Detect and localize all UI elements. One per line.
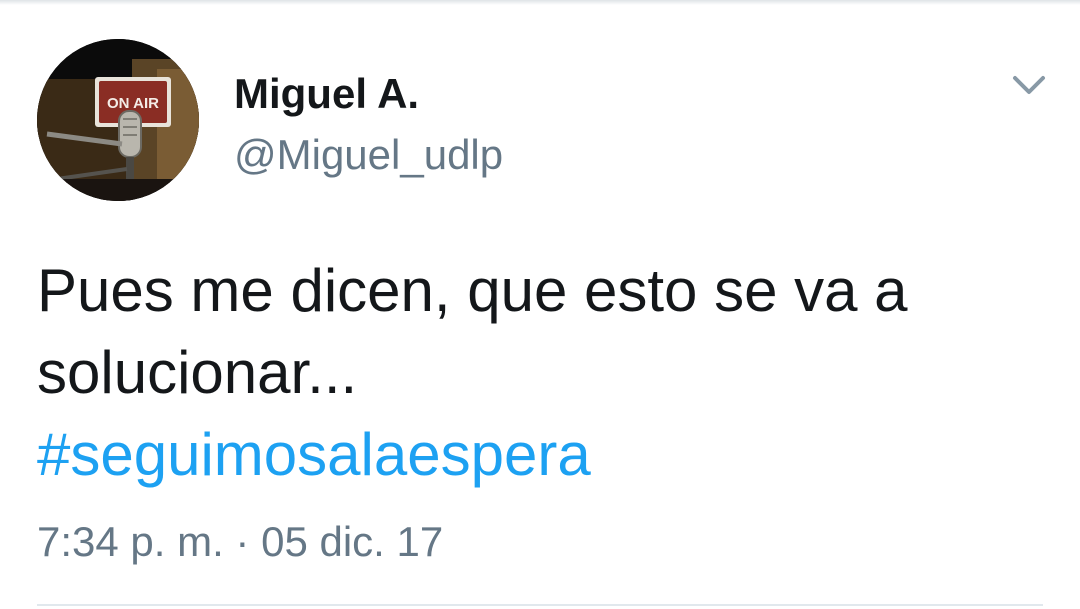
- chevron-down-icon[interactable]: [1010, 70, 1048, 100]
- avatar-image: ON AIR: [37, 39, 199, 201]
- tweet-text-line: solucionar...: [37, 339, 358, 406]
- tweet-card: ON AIR Miguel A. @Miguel_udlp Pues me di…: [0, 0, 1080, 609]
- avatar[interactable]: ON AIR: [37, 39, 199, 201]
- author-handle[interactable]: @Miguel_udlp: [234, 131, 503, 179]
- tweet-timestamp[interactable]: 7:34 p. m. · 05 dic. 17: [37, 517, 443, 567]
- tweet-text: Pues me dicen, que esto se va a solucion…: [37, 250, 1047, 496]
- avatar-sign-text: ON AIR: [107, 95, 159, 112]
- hashtag-link[interactable]: #seguimosalaespera: [37, 414, 1047, 496]
- author-display-name[interactable]: Miguel A.: [234, 70, 419, 118]
- tweet-text-line: Pues me dicen, que esto se va a: [37, 257, 908, 324]
- divider: [37, 604, 1043, 606]
